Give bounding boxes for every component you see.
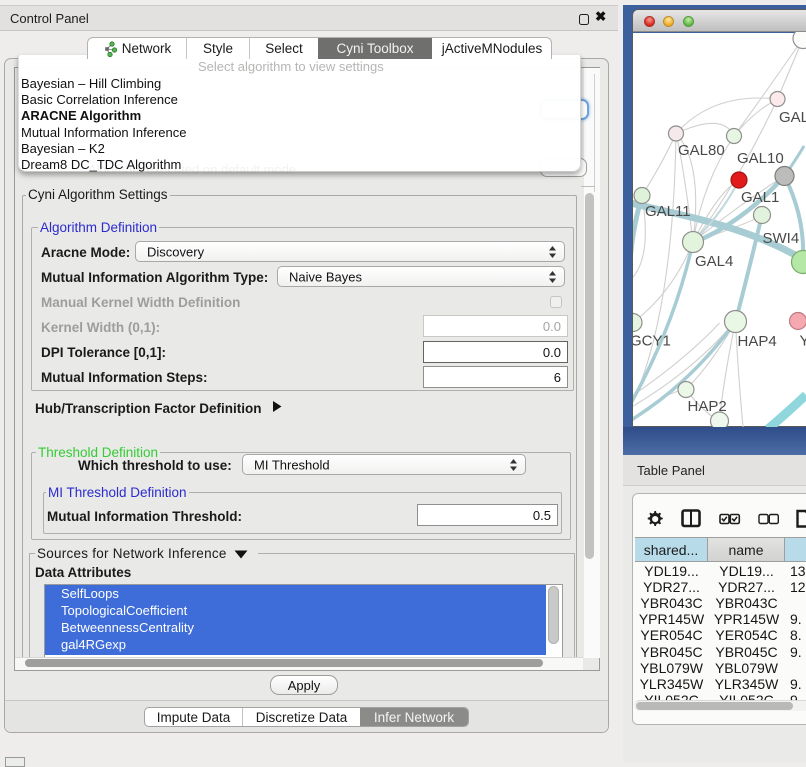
svg-text:Y: Y: [800, 333, 806, 350]
svg-text:GAL4: GAL4: [695, 253, 733, 270]
svg-text:HAP4: HAP4: [738, 333, 777, 350]
svg-text:GAL80: GAL80: [678, 142, 725, 159]
svg-text:GAL10: GAL10: [737, 150, 784, 167]
svg-text:GCY1: GCY1: [633, 333, 671, 350]
svg-text:SWI4: SWI4: [763, 230, 800, 247]
svg-text:GAL1: GAL1: [741, 189, 779, 206]
svg-text:GAL7: GAL7: [779, 109, 806, 126]
svg-text:GAL11: GAL11: [645, 203, 691, 220]
svg-text:HAP2: HAP2: [688, 398, 727, 415]
